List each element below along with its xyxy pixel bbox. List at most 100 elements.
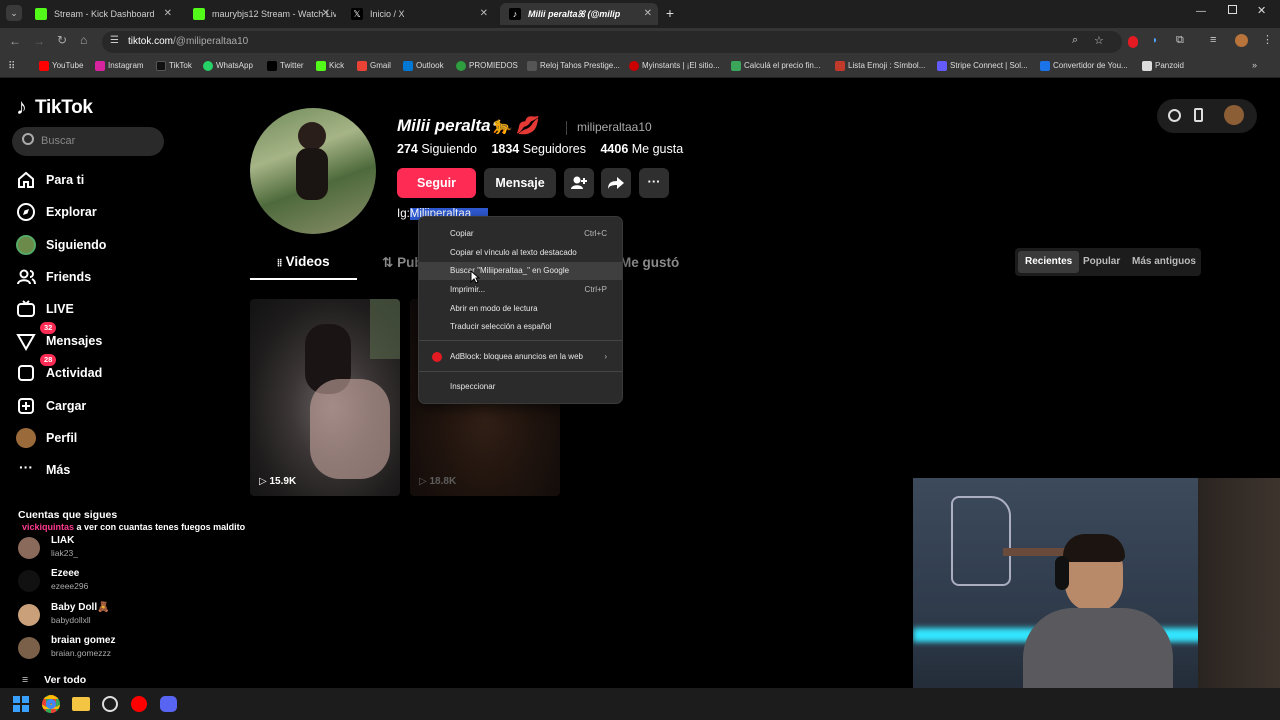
chat-username: vickiquintas (22, 522, 75, 532)
close-tab-icon[interactable]: ✕ (480, 3, 488, 25)
bookmark-item[interactable]: Panzoid (1142, 61, 1184, 71)
likes-count: 4406 (600, 142, 629, 156)
nav-friends[interactable]: Friends (16, 264, 91, 290)
nav-explorar[interactable]: Explorar (16, 199, 97, 225)
chrome-icon[interactable] (42, 695, 60, 713)
tab-me-gusto-label: Me gustó (620, 255, 680, 270)
bookmark-star-icon[interactable]: ☆ (1094, 34, 1104, 47)
following-avatar-icon (16, 235, 36, 255)
nav-mensajes[interactable]: 32 Mensajes (16, 322, 102, 354)
user-avatar-icon[interactable] (1224, 105, 1244, 125)
file-explorer-icon[interactable] (72, 697, 90, 711)
nav-siguiendo[interactable]: Siguiendo (16, 232, 106, 258)
tab-me-gusto[interactable]: Me gustó (620, 255, 679, 270)
nav-live[interactable]: LIVE (16, 296, 74, 322)
menu-dots-icon[interactable]: ⋮ (1262, 33, 1273, 46)
device-icon[interactable] (1194, 108, 1203, 122)
close-window-icon[interactable]: ✕ (1257, 4, 1266, 17)
tab-search-button[interactable]: ⌄ (6, 5, 22, 21)
more-options-button[interactable]: ··· (639, 168, 669, 198)
profile-avatar-icon[interactable] (1235, 34, 1248, 47)
bookmark-item[interactable]: Reloj Tahos Prestige... (527, 61, 620, 71)
bookmark-item[interactable]: Stripe Connect | Sol... (937, 61, 1028, 71)
bookmark-item[interactable]: Outlook (403, 61, 444, 71)
bookmark-item[interactable]: Myinstants | ¡El sitio... (629, 61, 720, 71)
menu-item-copiar-vinculo[interactable]: Copiar el vínculo al texto destacado (419, 244, 622, 262)
nav-cargar[interactable]: Cargar (16, 393, 86, 419)
menu-item-copiar[interactable]: Copiar Ctrl+C (419, 225, 622, 243)
bookmark-item[interactable]: Calculá el precio fin... (731, 61, 820, 71)
share-button[interactable] (601, 168, 631, 198)
bookmark-item[interactable]: Kick (316, 61, 344, 71)
menu-item-imprimir[interactable]: Imprimir... Ctrl+P (419, 281, 622, 299)
add-friend-button[interactable] (564, 168, 594, 198)
get-coins-icon[interactable] (1168, 109, 1181, 122)
bookmark-item[interactable]: Instagram (95, 61, 144, 71)
obs-icon[interactable] (102, 696, 118, 712)
follow-button[interactable]: Seguir (397, 168, 476, 198)
profile-avatar[interactable] (250, 108, 376, 234)
extension-icon[interactable] (1128, 36, 1138, 48)
sort-mas-antiguos[interactable]: Más antiguos (1125, 251, 1203, 273)
zoom-icon[interactable]: ⌕ (1072, 34, 1078, 47)
address-bar[interactable]: ☰ tiktok.com/@miliperaltaa10 ⌕ ☆ (102, 31, 1122, 53)
reading-list-icon[interactable]: ≡ (1210, 34, 1216, 46)
home-browser-icon[interactable]: ⌂ (80, 33, 87, 47)
extensions-puzzle-icon[interactable]: ⧉ (1176, 34, 1184, 47)
menu-item-inspeccionar[interactable]: Inspeccionar (419, 378, 622, 396)
back-icon[interactable]: ← (9, 34, 21, 48)
live-icon (16, 299, 36, 319)
close-tab-icon[interactable]: ✕ (322, 3, 330, 25)
emoji-list-icon (835, 61, 845, 71)
bookmark-item[interactable]: WhatsApp (203, 61, 253, 71)
bookmark-item[interactable]: YouTube (39, 61, 83, 71)
bookmark-item[interactable]: Gmail (357, 61, 391, 71)
menu-item-adblock[interactable]: AdBlock: bloquea anuncios en la web › (419, 348, 622, 366)
site-info-icon[interactable]: ☰ (110, 35, 119, 46)
search-icon (22, 133, 34, 145)
sort-recientes[interactable]: Recientes (1018, 251, 1080, 273)
browser-tab[interactable]: Stream - Kick Dashboard ✕ (26, 3, 178, 25)
close-tab-icon[interactable]: ✕ (164, 3, 172, 25)
stripe-icon (937, 61, 947, 71)
bookmark-item[interactable]: Convertidor de You... (1040, 61, 1128, 71)
menu-item-modo-lectura[interactable]: Abrir en modo de lectura (419, 300, 622, 318)
nav-perfil[interactable]: Perfil (16, 425, 77, 451)
nav-para-ti[interactable]: Para ti (16, 167, 84, 193)
bookmark-item[interactable]: Lista Emoji : Símbol... (835, 61, 925, 71)
see-all-link[interactable]: ≡ Ver todo (22, 674, 86, 686)
extension-icon[interactable]: ◗ (1152, 35, 1158, 46)
maximize-icon[interactable] (1228, 5, 1237, 14)
bookmark-item[interactable]: PROMIEDOS (456, 61, 518, 71)
message-button[interactable]: Mensaje (484, 168, 556, 198)
sort-popular[interactable]: Popular (1076, 251, 1127, 273)
tiktok-note-icon: ♪ (16, 94, 27, 119)
browser-tab-active[interactable]: ♪ Milii peraltaꕤ (@milip ✕ (500, 3, 658, 25)
discord-icon[interactable] (160, 696, 177, 712)
menu-item-traducir[interactable]: Traducir selección a español (419, 318, 622, 336)
video-thumbnail[interactable]: ▷ 15.9K (250, 299, 400, 496)
nav-mas[interactable]: ··· Más (16, 457, 70, 483)
youtube-app-icon[interactable] (131, 696, 147, 712)
bookmark-item[interactable]: TikTok (156, 61, 192, 71)
mouse-cursor-icon (470, 269, 481, 289)
new-tab-button[interactable]: + (662, 5, 678, 21)
windows-start-icon[interactable] (13, 696, 29, 712)
kick-icon (316, 61, 326, 71)
tab-videos[interactable]: ⦙⦙ Videos (250, 254, 357, 280)
curtain (1198, 478, 1280, 720)
minimize-icon[interactable]: — (1196, 6, 1206, 17)
tab-publicaciones[interactable]: ⇅ Publicaciones (382, 255, 418, 271)
menu-item-buscar-google[interactable]: Buscar "Miliiperaltaa_" en Google (419, 262, 622, 280)
apps-grid-icon[interactable]: ⠿ (8, 61, 15, 72)
reload-icon[interactable]: ↻ (57, 33, 67, 47)
browser-tab[interactable]: maurybjs12 Stream - Watch Live ✕ (184, 3, 336, 25)
bookmark-item[interactable]: Twitter (267, 61, 304, 71)
nav-actividad[interactable]: 28 Actividad (16, 354, 102, 386)
x-logo-icon: 𝕏 (351, 8, 363, 20)
browser-tab[interactable]: 𝕏 Inicio / X ✕ (342, 3, 494, 25)
close-tab-icon[interactable]: ✕ (644, 3, 652, 25)
search-input[interactable]: Buscar (12, 127, 164, 156)
more-bookmarks-icon[interactable]: » (1252, 60, 1257, 70)
forward-icon[interactable]: → (33, 34, 45, 48)
